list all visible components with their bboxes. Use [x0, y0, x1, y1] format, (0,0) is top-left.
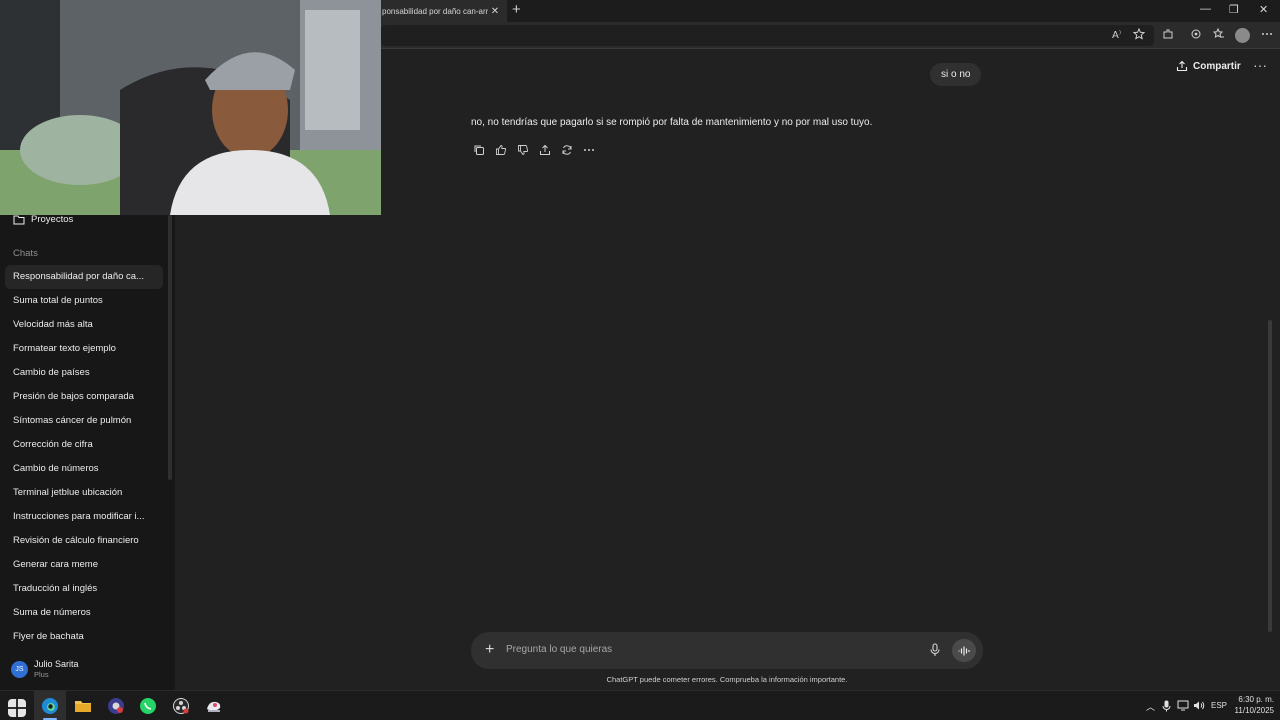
svg-text:): ) [1119, 30, 1121, 36]
conversation-options-button[interactable]: ··· [1253, 57, 1267, 73]
profile-avatar[interactable] [1235, 28, 1250, 43]
regenerate-button[interactable] [559, 142, 574, 157]
more-icon [583, 148, 594, 151]
user-account-button[interactable]: JS Julio Sarita Plus [11, 659, 79, 680]
thumbs-down-icon [517, 144, 528, 155]
thumbs-down-button[interactable] [515, 142, 530, 157]
chat-item[interactable]: Suma total de puntos [5, 289, 163, 313]
chat-item[interactable]: Traducción al inglés [5, 577, 163, 601]
chat-item[interactable]: Velocidad más alta [5, 313, 163, 337]
input-language-indicator[interactable]: ESP [1211, 701, 1227, 710]
user-name: Julio Sarita [34, 659, 79, 669]
browser-menu-icon[interactable] [1261, 28, 1273, 40]
refresh-icon [562, 144, 571, 155]
attach-plus-icon[interactable]: + [485, 641, 494, 659]
user-plan: Plus [34, 670, 49, 679]
new-tab-button[interactable]: + [512, 2, 521, 18]
screen: ponsabilidad por daño can-arr ✕ + — ❐ ✕ … [0, 0, 1280, 720]
chat-item[interactable]: Cambio de países [5, 361, 163, 385]
favorite-star-icon[interactable] [1133, 28, 1145, 40]
upload-icon [539, 144, 550, 155]
tab-close-icon[interactable]: ✕ [488, 6, 502, 17]
extensions-icon[interactable] [1162, 28, 1174, 40]
chat-item-active[interactable]: Responsabilidad por daño ca... [5, 265, 163, 289]
url-field[interactable] [381, 25, 1154, 46]
whatsapp-icon[interactable] [139, 697, 157, 715]
share-message-button[interactable] [537, 142, 552, 157]
microphone-icon[interactable] [929, 643, 941, 657]
chat-item[interactable]: Revisión de cálculo financiero [5, 529, 163, 553]
chat-item[interactable]: Cambio de números [5, 457, 163, 481]
volume-icon[interactable] [1193, 700, 1205, 711]
main-scrollbar[interactable] [1268, 320, 1272, 632]
chat-item[interactable]: Terminal jetblue ubicación [5, 481, 163, 505]
message-composer[interactable]: + Pregunta lo que quieras [471, 632, 983, 669]
tray-overflow-chevron[interactable]: ︿ [1146, 700, 1155, 713]
voice-mode-button[interactable] [952, 639, 976, 662]
chat-item[interactable]: Presión de bajos comparada [5, 385, 163, 409]
streaming-app-icon[interactable] [205, 697, 223, 715]
browser-tab[interactable]: ponsabilidad por daño can-arr ✕ [381, 0, 507, 22]
chat-item[interactable]: Síntomas cáncer de pulmón [5, 409, 163, 433]
chat-item[interactable]: Instrucciones para modificar i... [5, 505, 163, 529]
windows-start-icon[interactable] [8, 699, 26, 717]
file-explorer-icon[interactable] [74, 697, 92, 715]
obs-recording-icon[interactable] [172, 697, 190, 715]
chat-item[interactable]: Formatear texto ejemplo [5, 337, 163, 361]
chat-history-list: Responsabilidad por daño ca... Suma tota… [5, 265, 163, 649]
minimize-button[interactable]: — [1200, 3, 1211, 15]
webcam-video-image [0, 0, 381, 215]
system-clock[interactable]: 6:30 p. m. 11/10/2025 [1230, 694, 1274, 716]
avatar: JS [11, 661, 28, 678]
chat-item[interactable]: Corrección de cifra [5, 433, 163, 457]
browser-essentials-icon[interactable] [1190, 28, 1202, 40]
windows-taskbar: ︿ ESP 6:30 p. m. 11/10/2025 [0, 690, 1280, 720]
tray-microphone-icon[interactable] [1162, 700, 1171, 712]
maximize-button[interactable]: ❐ [1229, 3, 1239, 16]
clock-time: 6:30 p. m. [1238, 695, 1274, 704]
projects-label: Proyectos [31, 214, 74, 225]
chat-item[interactable]: Generar cara meme [5, 553, 163, 577]
read-aloud-icon[interactable]: A) [1112, 28, 1124, 40]
thumbs-up-button[interactable] [493, 142, 508, 157]
chats-section-heading: Chats [13, 248, 38, 259]
message-action-bar [471, 142, 596, 157]
tab-title: ponsabilidad por daño can-arr [382, 6, 488, 16]
close-window-button[interactable]: ✕ [1259, 3, 1268, 16]
more-actions-button[interactable] [581, 142, 596, 157]
sidebar-item-projects[interactable]: Proyectos [13, 214, 73, 225]
clock-date: 11/10/2025 [1234, 706, 1274, 715]
user-message-bubble: si o no [930, 63, 982, 86]
disclaimer-text: ChatGPT puede cometer errores. Comprueba… [606, 675, 848, 684]
folder-icon [13, 215, 25, 225]
assistant-message: no, no tendrías que pagarlo si se rompió… [471, 117, 873, 128]
chat-item[interactable]: Flyer de bachata [5, 625, 163, 649]
voice-waveform-icon [958, 645, 970, 656]
favorites-icon[interactable] [1213, 28, 1225, 40]
chrome-style-app-icon[interactable] [107, 697, 125, 715]
edge-browser-icon[interactable] [41, 697, 59, 715]
copy-button[interactable] [471, 142, 486, 157]
thumbs-up-icon [495, 144, 506, 155]
share-button[interactable]: Compartir [1176, 60, 1241, 72]
network-icon[interactable] [1177, 700, 1189, 711]
svg-text:A: A [1112, 30, 1119, 40]
sidebar-scrollbar[interactable] [168, 215, 172, 480]
copy-icon [474, 145, 484, 155]
webcam-overlay [0, 0, 381, 215]
chat-item[interactable]: Suma de números [5, 601, 163, 625]
share-label: Compartir [1193, 60, 1241, 72]
prompt-input[interactable]: Pregunta lo que quieras [506, 644, 612, 655]
share-icon [1176, 60, 1188, 72]
